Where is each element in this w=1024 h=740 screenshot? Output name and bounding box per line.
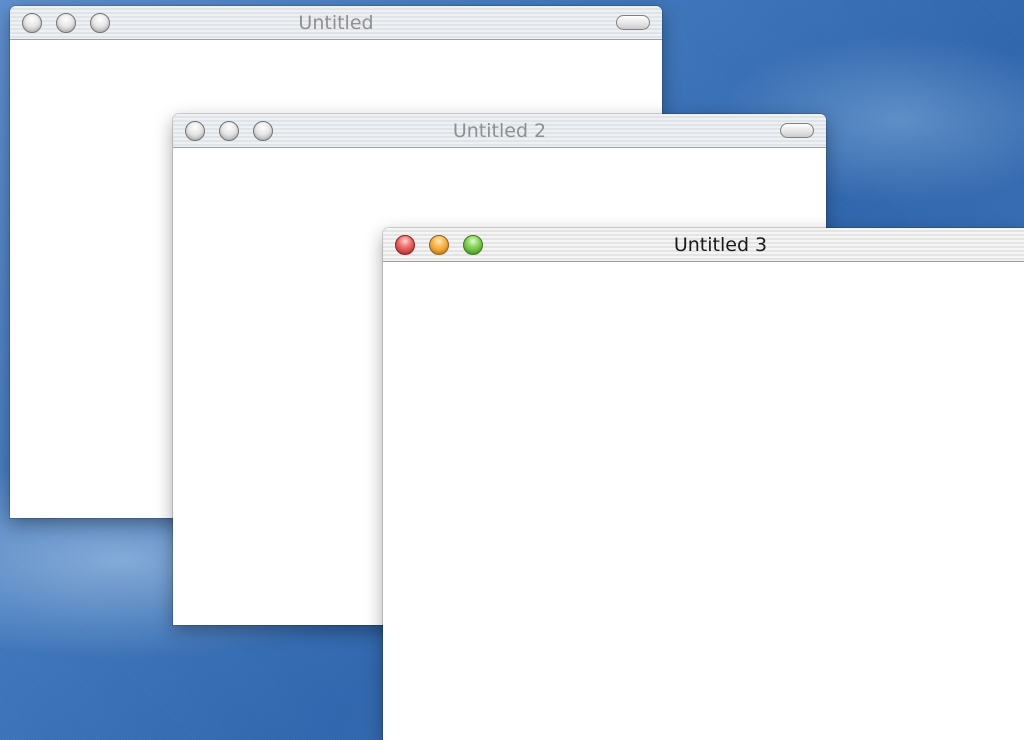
toolbar-toggle-button[interactable] [780, 123, 814, 138]
zoom-button[interactable] [90, 13, 110, 33]
toolbar-toggle-button[interactable] [616, 15, 650, 30]
desktop: Untitled Untitled 2 Untitled 3 [0, 0, 1024, 740]
window-controls [22, 13, 110, 33]
close-button[interactable] [185, 121, 205, 141]
window-controls [185, 121, 273, 141]
close-button[interactable] [395, 235, 415, 255]
title-bar[interactable]: Untitled [10, 6, 662, 40]
window-untitled-3[interactable]: Untitled 3 [383, 228, 1024, 740]
minimize-button[interactable] [219, 121, 239, 141]
window-content[interactable] [383, 262, 1024, 740]
minimize-button[interactable] [56, 13, 76, 33]
minimize-button[interactable] [429, 235, 449, 255]
zoom-button[interactable] [463, 235, 483, 255]
title-bar[interactable]: Untitled 3 [383, 228, 1024, 262]
close-button[interactable] [22, 13, 42, 33]
window-controls [395, 235, 483, 255]
title-bar[interactable]: Untitled 2 [173, 114, 826, 148]
zoom-button[interactable] [253, 121, 273, 141]
